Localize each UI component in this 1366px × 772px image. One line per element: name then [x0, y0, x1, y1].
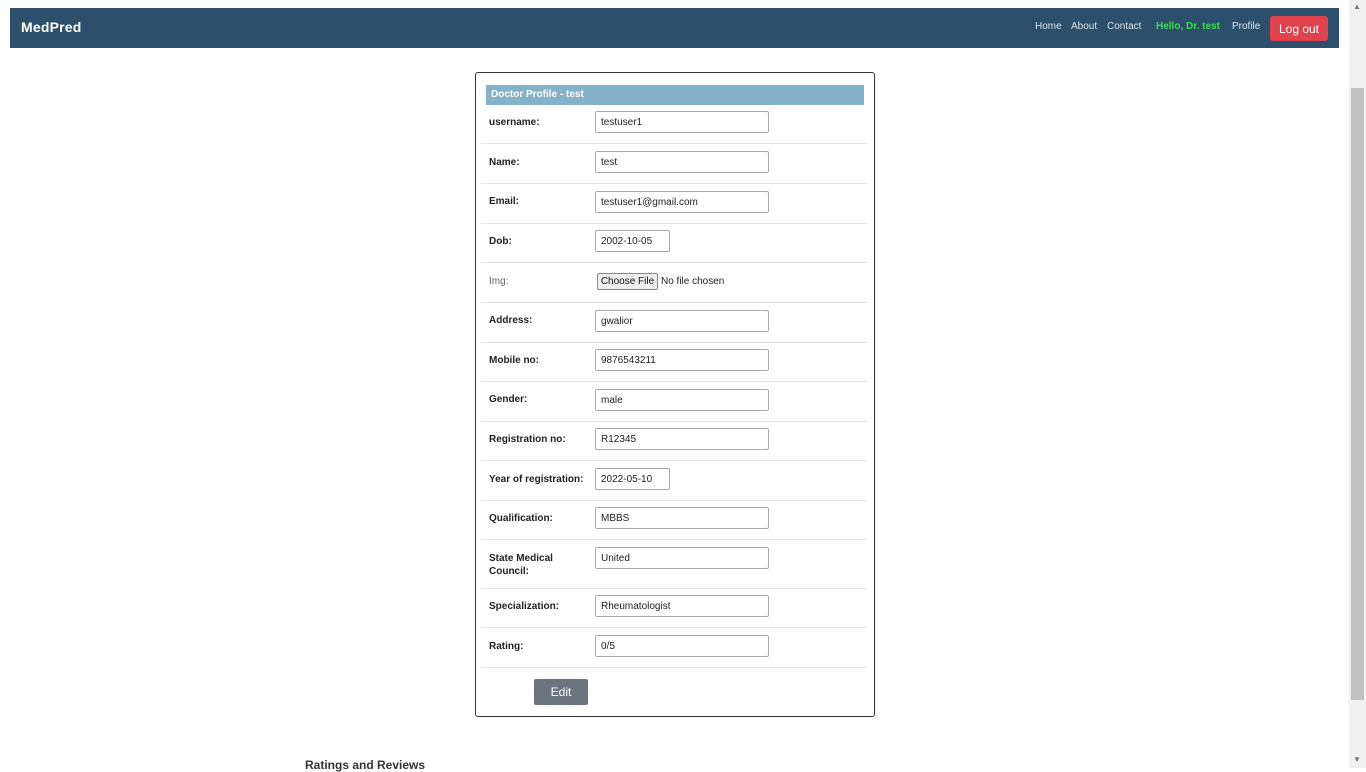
registration-no-label: Registration no:: [489, 434, 566, 445]
logout-button[interactable]: Log out: [1270, 16, 1328, 41]
state-medical-council-label: State Medical Council:: [489, 553, 553, 577]
field-row-state-medical-council: State Medical Council:: [481, 540, 867, 589]
field-row-year-of-registration: Year of registration:: [481, 461, 867, 501]
specialization-label: Specialization:: [489, 601, 560, 612]
scroll-down-arrow-icon[interactable]: ▼: [1353, 755, 1361, 764]
rating-label: Rating:: [489, 641, 524, 652]
year-of-registration-label: Year of registration:: [489, 474, 584, 485]
dob-label: Dob:: [489, 236, 512, 247]
file-status-text: No file chosen: [661, 276, 725, 287]
name-label: Name:: [489, 157, 520, 168]
qualification-input[interactable]: [595, 507, 769, 529]
field-row-specialization: Specialization:: [481, 589, 867, 628]
field-row-dob: Dob:: [481, 224, 867, 263]
specialization-input[interactable]: [595, 595, 769, 617]
name-input[interactable]: [595, 151, 769, 173]
field-row-img: Img: Choose File No file chosen: [481, 263, 867, 303]
top-navbar: MedPred Home About Contact Hello, Dr. te…: [10, 8, 1339, 48]
nav-contact-link[interactable]: Contact: [1107, 21, 1141, 32]
field-row-name: Name:: [481, 144, 867, 184]
nav-home-link[interactable]: Home: [1035, 21, 1062, 32]
profile-card-header: Doctor Profile - test: [486, 85, 864, 105]
field-row-gender: Gender:: [481, 382, 867, 422]
field-row-registration-no: Registration no:: [481, 422, 867, 461]
qualification-label: Qualification:: [489, 513, 553, 524]
nav-profile-link[interactable]: Profile: [1232, 21, 1260, 32]
nav-about-link[interactable]: About: [1071, 21, 1097, 32]
edit-button[interactable]: Edit: [534, 679, 588, 705]
rating-input[interactable]: [595, 635, 769, 657]
field-row-username: username:: [481, 106, 867, 144]
gender-label: Gender:: [489, 394, 528, 405]
username-label: username:: [489, 117, 540, 128]
field-row-qualification: Qualification:: [481, 501, 867, 540]
img-label: Img:: [489, 276, 509, 287]
field-row-mobile: Mobile no:: [481, 343, 867, 382]
user-greeting: Hello, Dr. test: [1156, 21, 1220, 32]
mobile-label: Mobile no:: [489, 355, 539, 366]
email-input[interactable]: [595, 191, 769, 213]
scroll-up-arrow-icon[interactable]: ▲: [1353, 2, 1361, 11]
dob-input[interactable]: [595, 230, 670, 252]
field-row-address: Address:: [481, 303, 867, 343]
registration-no-input[interactable]: [595, 428, 769, 450]
choose-file-button[interactable]: Choose File: [597, 273, 658, 290]
state-medical-council-input[interactable]: [595, 547, 769, 569]
gender-input[interactable]: [595, 389, 769, 411]
username-input[interactable]: [595, 111, 769, 133]
address-label: Address:: [489, 315, 533, 326]
email-label: Email:: [489, 196, 520, 207]
mobile-input[interactable]: [595, 349, 769, 371]
address-input[interactable]: [595, 310, 769, 332]
field-row-email: Email:: [481, 184, 867, 224]
doctor-profile-card: Doctor Profile - test username: Name: Em…: [475, 72, 875, 717]
brand-logo[interactable]: MedPred: [21, 19, 82, 35]
year-of-registration-input[interactable]: [595, 468, 670, 490]
ratings-reviews-heading: Ratings and Reviews: [305, 758, 426, 772]
field-row-rating: Rating:: [481, 628, 867, 668]
scrollbar-thumb[interactable]: [1351, 88, 1364, 700]
